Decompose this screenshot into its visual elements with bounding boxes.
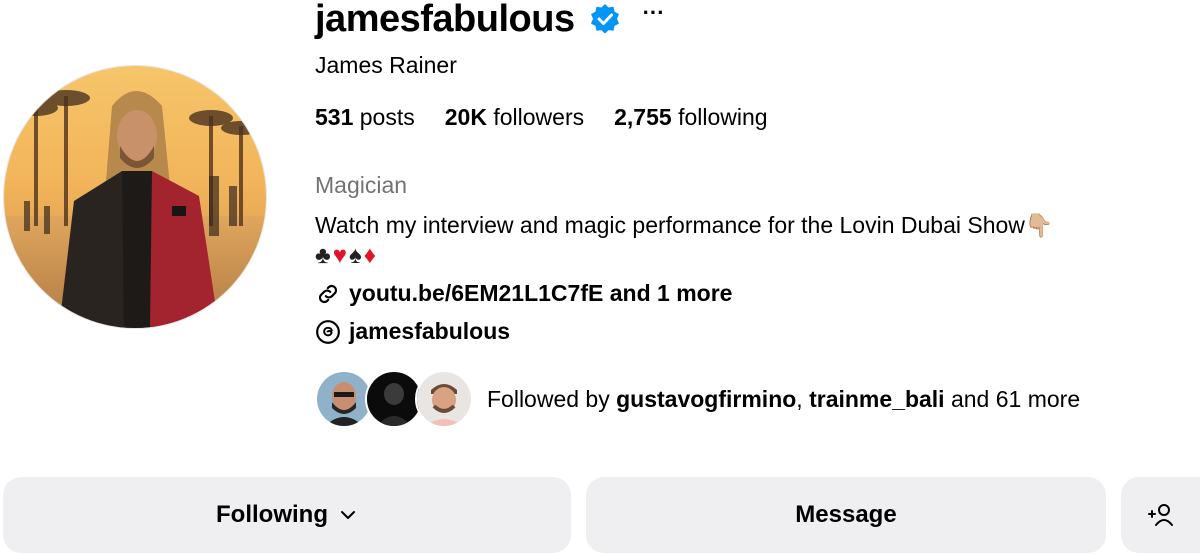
posts-label: posts [359,104,415,130]
profile-username: jamesfabulous [315,0,575,40]
profile-bio: Watch my interview and magic performance… [315,209,1185,271]
followed-by-separator: , [796,385,803,412]
follower-avatar [415,370,473,428]
link-text: youtu.be/6EM21L1C7fE and 1 more [349,280,733,306]
add-user-button[interactable] [1121,477,1200,553]
followed-by-suffix: and 61 more [950,385,1081,412]
profile-avatar[interactable] [3,65,267,329]
message-button-label: Message [795,501,897,528]
link-icon [318,284,338,303]
message-button[interactable]: Message [586,477,1106,553]
profile-full-name: James Rainer [315,52,457,78]
posts-count: 531 [315,104,354,130]
bio-line: Watch my interview and magic performance… [315,209,1185,241]
threads-icon [316,319,340,344]
followed-by-text: Followed by gustavogfirmino, trainme_bal… [487,386,1080,413]
profile-stats: 531 posts 20K followers 2,755 following [315,104,768,131]
diamond-suit-icon: ♦ [363,242,376,269]
bio-text: Watch my interview and magic performance… [315,212,1025,238]
username-row: jamesfabulous ··· [315,0,665,44]
followed-by[interactable]: Followed by gustavogfirmino, trainme_bal… [315,370,1080,428]
pointing-down-emoji: 👇🏼 [1024,212,1054,238]
following-count: 2,755 [614,104,672,130]
followers-label: followers [493,104,585,130]
spade-suit-icon: ♠ [349,242,362,269]
more-options-icon[interactable]: ··· [643,2,665,24]
heart-suit-icon: ♥ [332,242,347,269]
followers-stat[interactable]: 20K followers [445,104,584,131]
mutual-follower-2[interactable]: trainme_bali [809,386,945,412]
external-link[interactable]: youtu.be/6EM21L1C7fE and 1 more [315,280,732,307]
threads-handle: jamesfabulous [349,318,511,344]
verified-badge-icon [589,3,621,35]
threads-link[interactable]: jamesfabulous [315,318,510,345]
add-user-icon [1147,504,1173,526]
following-label: following [678,104,768,130]
avatar-image [4,66,266,328]
profile-category: Magician [315,172,408,198]
card-suits: ♣ ♥ ♠ ♦ [315,241,1185,271]
chevron-down-icon [340,511,355,519]
followed-by-prefix: Followed by [487,385,610,412]
followers-count: 20K [444,104,487,130]
following-button-label: Following [216,501,328,528]
club-suit-icon: ♣ [315,242,331,269]
posts-stat: 531 posts [315,104,415,131]
following-button[interactable]: Following [3,477,571,553]
mutual-follower-1[interactable]: gustavogfirmino [616,386,796,412]
following-stat[interactable]: 2,755 following [614,104,767,131]
